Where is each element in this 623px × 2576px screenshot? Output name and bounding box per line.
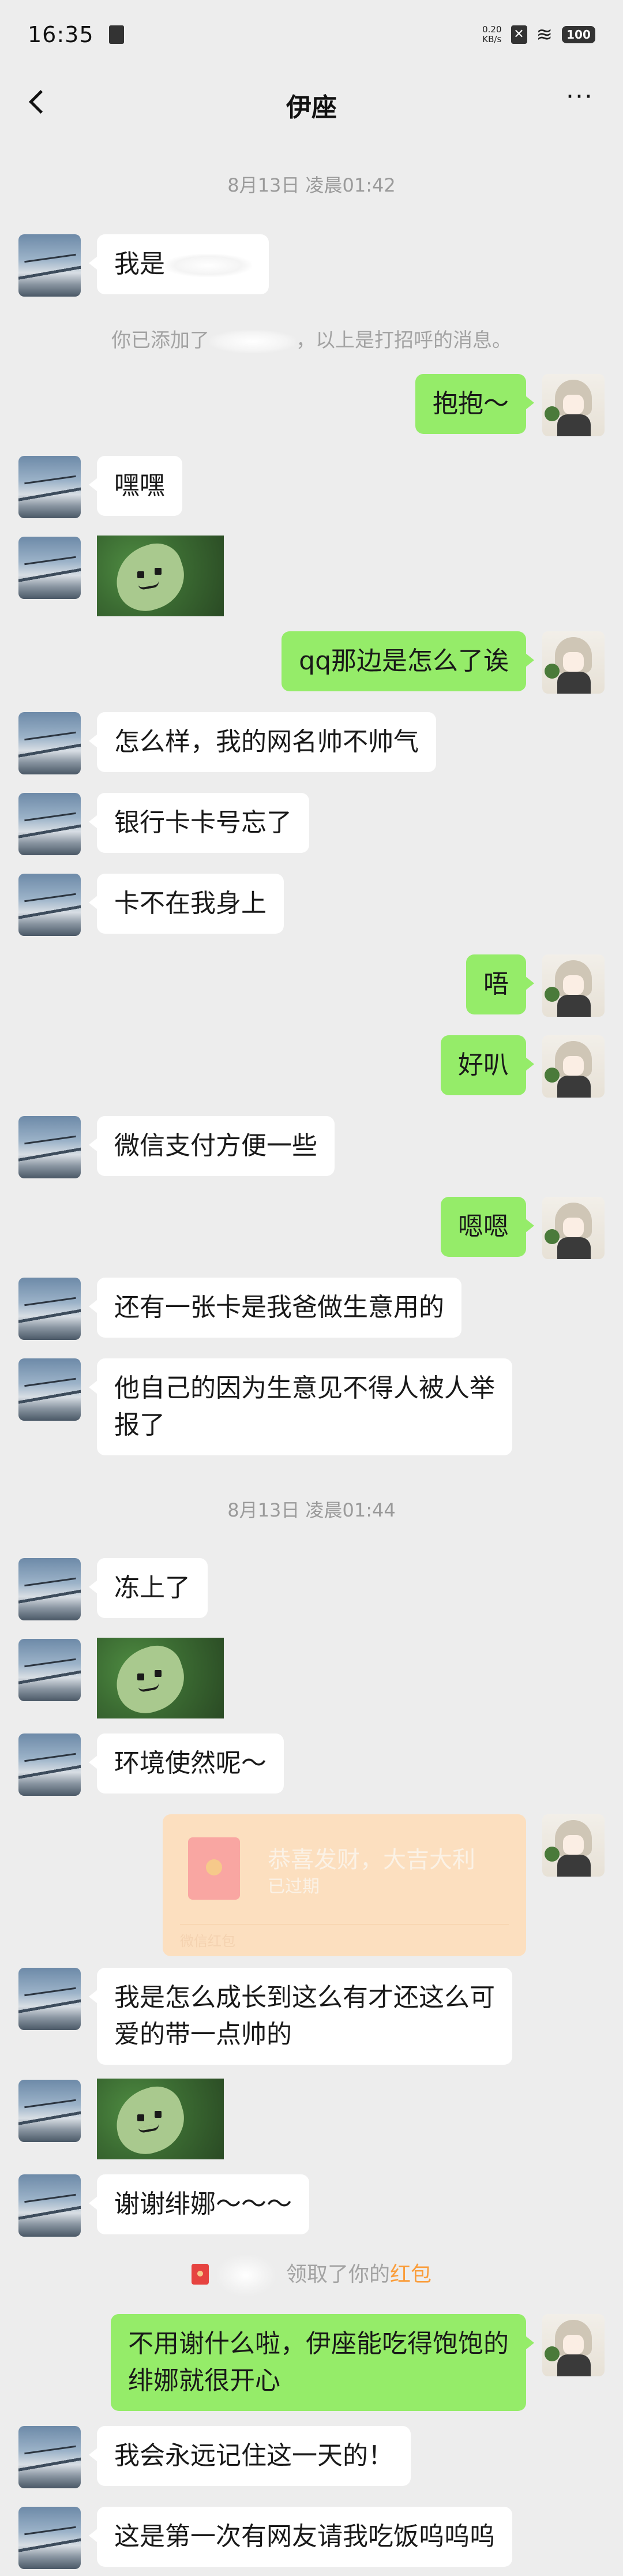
network-speed-unit: KB/s (482, 34, 502, 44)
message-text: 冻上了 (114, 1573, 190, 1602)
network-speed-value: 0.20 (482, 24, 502, 35)
system-added-suffix: ，以上是打招呼的消息。 (296, 329, 512, 352)
network-speed: 0.20 KB/s (482, 25, 501, 44)
red-packet-title: 恭喜发财，大吉大利 (268, 1847, 475, 1873)
friend-avatar[interactable] (18, 2174, 81, 2237)
red-envelope-icon (188, 1837, 240, 1900)
friend-avatar[interactable] (18, 537, 81, 599)
received-message[interactable]: 卡不在我身上 (89, 874, 284, 934)
chat-header: 伊座 ··· (0, 69, 623, 133)
red-packet-received-notice: 领取了你的红包 (0, 2255, 623, 2296)
blurred-name (165, 254, 252, 277)
received-message[interactable]: 他自己的因为生意见不得人被人举 报了 (89, 1358, 512, 1455)
received-message[interactable]: 谢谢绯娜～～～ (89, 2174, 309, 2234)
sent-message[interactable]: 不用谢什么啦，伊座能吃得饱饱的 绯娜就很开心 (111, 2314, 534, 2411)
blurred-name (209, 330, 296, 353)
friend-avatar[interactable] (18, 712, 81, 774)
system-added-prefix: 你已添加了 (111, 329, 209, 352)
my-avatar[interactable] (542, 374, 605, 436)
message-text: 抱抱～ (433, 389, 509, 418)
red-packet-status: 已过期 (268, 1877, 320, 1897)
friend-avatar[interactable] (18, 2507, 81, 2569)
message-text: 嗯嗯 (458, 1212, 509, 1241)
received-message[interactable]: 怎么样，我的网名帅不帅气 (89, 712, 436, 772)
sticker-image[interactable] (97, 536, 224, 616)
message-text: 环境使然呢～ (114, 1748, 267, 1778)
message-text: 不用谢什么啦，伊座能吃得饱饱的 绯娜就很开心 (128, 2329, 509, 2395)
message-text: 还有一张卡是我爸做生意用的 (114, 1293, 444, 1322)
message-text: 我会永远记住这一天的！ (114, 2441, 393, 2470)
received-message[interactable]: 这是第一次有网友请我吃饭呜呜呜 (89, 2507, 512, 2567)
received-message[interactable]: 冻上了 (89, 1558, 208, 1618)
chat-title: 伊座 (286, 93, 337, 122)
blurred-avatar (216, 2255, 275, 2296)
message-text: 谢谢绯娜～～～ (114, 2189, 292, 2219)
message-timestamp: 8月13日 凌晨01:44 (227, 1499, 396, 1521)
sent-message[interactable]: 唔 (466, 954, 534, 1014)
friend-avatar[interactable] (18, 1558, 81, 1620)
my-avatar[interactable] (542, 1814, 605, 1877)
message-text: 我是怎么成长到这么有才还这么可 爱的带一点帅的 (114, 1983, 495, 2049)
message-text: 微信支付方便一些 (114, 1131, 317, 1160)
friend-avatar[interactable] (18, 1116, 81, 1178)
received-message[interactable]: 我是怎么成长到这么有才还这么可 爱的带一点帅的 (89, 1968, 512, 2065)
status-time: 16:35 (28, 22, 94, 47)
sim-card-icon (108, 25, 124, 44)
friend-avatar[interactable] (18, 1733, 81, 1796)
friend-avatar[interactable] (18, 1968, 81, 2030)
message-text: qq那边是怎么了诶 (299, 646, 509, 676)
friend-avatar[interactable] (18, 2080, 81, 2142)
system-message-added: 你已添加了 ，以上是打招呼的消息。 (0, 324, 623, 353)
sticker-image[interactable] (97, 2079, 224, 2159)
red-packet-card[interactable]: 恭喜发财，大吉大利 已过期 微信红包 (163, 1814, 526, 1956)
received-message[interactable]: 我是 (89, 234, 269, 294)
red-packet-notice-text: 领取了你的 (286, 2263, 390, 2286)
battery-icon: 100 (562, 26, 595, 43)
no-signal-icon: ✕ (511, 25, 527, 44)
friend-avatar[interactable] (18, 793, 81, 855)
sent-message[interactable]: 嗯嗯 (441, 1197, 534, 1257)
my-avatar[interactable] (542, 954, 605, 1017)
status-bar: 16:35 0.20 KB/s ✕ ≋ 100 (0, 0, 623, 69)
red-packet-icon (191, 2264, 209, 2285)
message-text: 嘿嘿 (114, 471, 165, 500)
status-icons: 0.20 KB/s ✕ ≋ 100 (482, 23, 595, 46)
message-timestamp: 8月13日 凌晨01:42 (227, 174, 396, 196)
sticker-image[interactable] (97, 1638, 224, 1718)
my-avatar[interactable] (542, 2314, 605, 2376)
message-text: 我是 (114, 249, 165, 279)
my-avatar[interactable] (542, 1035, 605, 1098)
friend-avatar[interactable] (18, 874, 81, 936)
received-message[interactable]: 银行卡卡号忘了 (89, 793, 309, 853)
message-text: 卡不在我身上 (114, 889, 267, 918)
message-text: 银行卡卡号忘了 (114, 808, 292, 837)
message-text: 好叭 (458, 1050, 509, 1080)
friend-avatar[interactable] (18, 1639, 81, 1701)
friend-avatar[interactable] (18, 1278, 81, 1340)
red-packet-footer: 微信红包 (180, 1933, 235, 1949)
received-message[interactable]: 环境使然呢～ (89, 1733, 284, 1794)
friend-avatar[interactable] (18, 1358, 81, 1421)
message-text: 唔 (483, 969, 509, 999)
friend-avatar[interactable] (18, 456, 81, 518)
received-message[interactable]: 微信支付方便一些 (89, 1116, 335, 1176)
message-text: 怎么样，我的网名帅不帅气 (114, 727, 419, 757)
my-avatar[interactable] (542, 1197, 605, 1259)
received-message[interactable]: 还有一张卡是我爸做生意用的 (89, 1278, 461, 1338)
received-message[interactable]: 嘿嘿 (89, 456, 182, 516)
red-packet-link[interactable]: 红包 (390, 2263, 431, 2286)
friend-avatar[interactable] (18, 234, 81, 297)
message-text: 他自己的因为生意见不得人被人举 报了 (114, 1373, 495, 1440)
message-text: 这是第一次有网友请我吃饭呜呜呜 (114, 2522, 495, 2551)
my-avatar[interactable] (542, 631, 605, 694)
sent-message[interactable]: 抱抱～ (415, 374, 534, 434)
friend-avatar[interactable] (18, 2426, 81, 2488)
more-options-button[interactable]: ··· (560, 84, 600, 118)
wifi-icon: ≋ (536, 23, 553, 46)
sent-message[interactable]: 好叭 (441, 1035, 534, 1095)
received-message[interactable]: 我会永远记住这一天的！ (89, 2426, 411, 2486)
sent-message[interactable]: qq那边是怎么了诶 (282, 631, 534, 691)
